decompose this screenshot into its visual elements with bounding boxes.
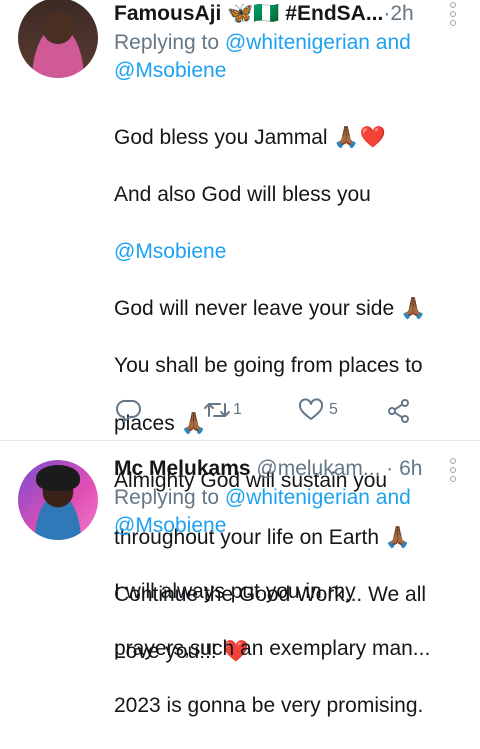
text-line: And also God will bless you: [114, 182, 371, 206]
tweet-melukams[interactable]: Mc Melukams @melukam... · 6h Replying to…: [0, 441, 480, 717]
tweet-actions: 1 5: [114, 398, 414, 424]
replying-to: Replying to @whitenigerian and @Msobiene: [114, 484, 466, 540]
separator-dot: ·: [386, 457, 400, 480]
mention-link[interactable]: @whitenigerian and: [225, 486, 411, 509]
more-vertical-icon[interactable]: [450, 2, 456, 29]
timestamp[interactable]: 6h: [399, 455, 422, 483]
more-vertical-icon[interactable]: [450, 458, 456, 485]
text-line: You shall be going from places to: [114, 354, 423, 378]
mention-link[interactable]: @whitenigerian and: [225, 31, 411, 54]
avatar[interactable]: [18, 0, 98, 78]
retweet-button[interactable]: 1: [202, 398, 242, 422]
reply-button[interactable]: [116, 398, 142, 422]
mention-link[interactable]: @Msobiene: [114, 59, 226, 82]
display-name[interactable]: Mc Melukams: [114, 455, 251, 483]
replying-prefix: Replying to: [114, 31, 225, 54]
retweet-icon: [204, 403, 230, 417]
avatar[interactable]: [18, 460, 98, 540]
timestamp[interactable]: 2h: [390, 0, 413, 28]
tweet-text: I will always put you in my prayers,such…: [114, 549, 466, 749]
username-handle[interactable]: @melukam...: [251, 455, 387, 483]
text-line: prayers,such an exemplary man...: [114, 636, 431, 660]
replying-to: Replying to @whitenigerian and @Msobiene: [114, 29, 466, 85]
share-icon: [388, 399, 409, 423]
share-button[interactable]: [386, 398, 412, 424]
text-line: God will never leave your side 🙏🏾: [114, 297, 427, 321]
like-button[interactable]: 5: [298, 398, 338, 422]
tweet-header: FamousAji 🦋🇳🇬 #EndSA... · 2h: [114, 0, 466, 28]
retweet-count: 1: [233, 401, 242, 418]
mention-link[interactable]: @Msobiene: [114, 238, 466, 267]
replying-prefix: Replying to: [114, 486, 225, 509]
text-line: I will always put you in my: [114, 579, 356, 603]
like-count: 5: [329, 401, 338, 418]
separator-dot: ·: [383, 2, 391, 25]
heart-icon: [298, 398, 324, 420]
text-line: 2023 is gonna be very promising.: [114, 693, 424, 717]
mention-link[interactable]: @Msobiene: [114, 514, 226, 537]
display-name[interactable]: FamousAji 🦋🇳🇬 #EndSA...: [114, 0, 383, 28]
reply-icon: [116, 399, 141, 422]
tweet-header: Mc Melukams @melukam... · 6h: [114, 455, 466, 483]
text-line: God bless you Jammal 🙏🏾❤️: [114, 125, 386, 149]
tweet-famousaji[interactable]: FamousAji 🦋🇳🇬 #EndSA... · 2h Replying to…: [0, 0, 480, 663]
